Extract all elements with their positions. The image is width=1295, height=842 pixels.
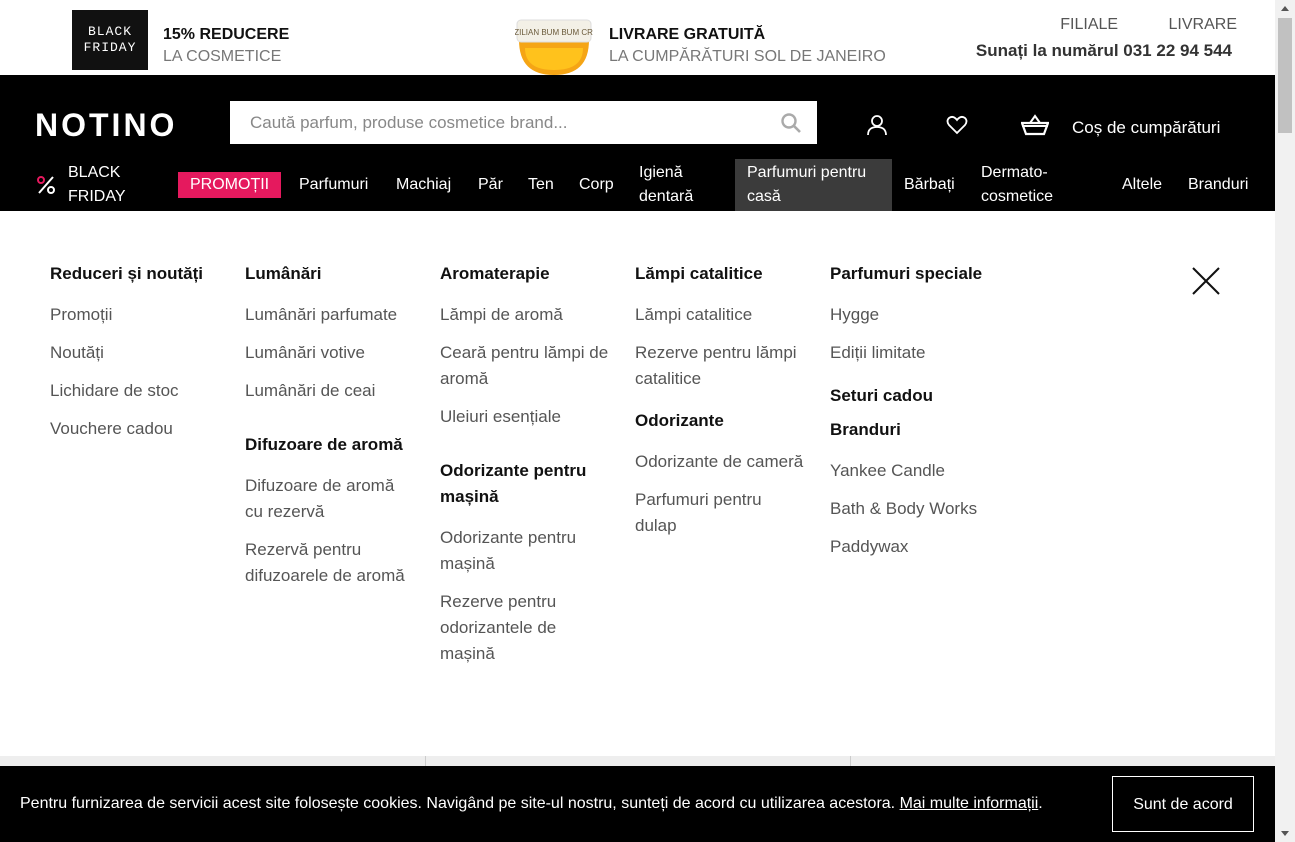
search-input[interactable] bbox=[248, 101, 772, 144]
cookie-text: Pentru furnizarea de servicii acest site… bbox=[20, 795, 1043, 813]
promo-title: LIVRARE GRATUITĂ bbox=[609, 26, 766, 43]
menu-heading[interactable]: Odorizante bbox=[635, 408, 805, 434]
logo[interactable]: NOTINO bbox=[35, 107, 177, 144]
menu-heading[interactable]: Aromaterapie bbox=[440, 261, 610, 287]
more-info-link[interactable]: Mai multe informații bbox=[900, 795, 1039, 812]
menu-heading[interactable]: Lumânări bbox=[245, 261, 415, 287]
cookie-banner: Pentru furnizarea de servicii acest site… bbox=[0, 766, 1275, 842]
menu-link[interactable]: Lămpi catalitice bbox=[635, 302, 805, 328]
scrollbar[interactable] bbox=[1275, 0, 1295, 842]
scrollbar-thumb[interactable] bbox=[1278, 18, 1292, 133]
nav-barbati[interactable]: Bărbați bbox=[904, 173, 955, 197]
menu-heading[interactable]: Reduceri și noutăți bbox=[50, 261, 220, 287]
menu-link[interactable]: Promoții bbox=[50, 302, 220, 328]
menu-heading[interactable]: Parfumuri speciale bbox=[830, 261, 1000, 287]
menu-link[interactable]: Ceară pentru lămpi de aromă bbox=[440, 340, 610, 392]
menu-link[interactable]: Lumânări votive bbox=[245, 340, 415, 366]
cookie-message: Pentru furnizarea de servicii acest site… bbox=[20, 795, 896, 812]
nav-igiena-dentara[interactable]: Igienă dentară bbox=[639, 161, 719, 209]
search-box bbox=[230, 101, 817, 144]
percent-icon bbox=[37, 176, 55, 194]
product-jar-image: BRAZILIAN BUM BUM CREAM bbox=[515, 19, 593, 75]
menu-link[interactable]: Uleiuri esențiale bbox=[440, 404, 610, 430]
promo-bar: BLACK FRIDAY 15% REDUCERE LA COSMETICE B… bbox=[0, 0, 1275, 75]
page: BLACK FRIDAY 15% REDUCERE LA COSMETICE B… bbox=[0, 0, 1275, 842]
menu-column-aromatherapy: Aromaterapie Lămpi de aromă Ceară pentru… bbox=[440, 261, 610, 679]
menu-link[interactable]: Hygge bbox=[830, 302, 1000, 328]
menu-link[interactable]: Bath & Body Works bbox=[830, 496, 1000, 522]
menu-link[interactable]: Yankee Candle bbox=[830, 458, 1000, 484]
cookie-end: . bbox=[1038, 795, 1043, 812]
menu-link[interactable]: Lumânări de ceai bbox=[245, 378, 415, 404]
menu-link[interactable]: Rezerve pentru lămpi catalitice bbox=[635, 340, 805, 392]
close-icon[interactable] bbox=[1190, 265, 1222, 297]
nav-corp[interactable]: Corp bbox=[579, 173, 614, 197]
menu-link[interactable]: Ediții limitate bbox=[830, 340, 1000, 366]
menu-link[interactable]: Noutăți bbox=[50, 340, 220, 366]
stores-link[interactable]: FILIALE bbox=[1060, 16, 1118, 33]
menu-heading[interactable]: Odorizante pentru mașină bbox=[440, 458, 610, 510]
menu-link[interactable]: Lumânări parfumate bbox=[245, 302, 415, 328]
nav-black-friday[interactable]: BLACK FRIDAY bbox=[68, 161, 125, 209]
menu-column-catalytic-lamps: Lămpi catalitice Lămpi catalitice Rezerv… bbox=[635, 261, 805, 551]
menu-link[interactable]: Vouchere cadou bbox=[50, 416, 220, 442]
heart-icon[interactable] bbox=[945, 113, 969, 137]
phone-number: Sunați la numărul 031 22 94 544 bbox=[975, 41, 1232, 60]
top-links: FILIALE LIVRARE bbox=[1014, 16, 1237, 34]
promo-title: 15% REDUCERE bbox=[163, 26, 290, 43]
nav-label: BLACK bbox=[68, 164, 121, 181]
nav-altele[interactable]: Altele bbox=[1122, 173, 1162, 197]
menu-heading[interactable]: Difuzoare de aromă bbox=[245, 432, 415, 458]
promo-free-delivery[interactable]: BRAZILIAN BUM BUM CREAM LIVRARE GRATUITĂ… bbox=[500, 0, 900, 75]
menu-heading[interactable]: Branduri bbox=[830, 417, 1000, 443]
search-icon[interactable] bbox=[781, 113, 801, 133]
badge-line-2: FRIDAY bbox=[83, 40, 137, 55]
nav-label: FRIDAY bbox=[68, 188, 126, 205]
menu-column-candles: Lumânări Lumânări parfumate Lumânări vot… bbox=[245, 261, 415, 601]
menu-column-special: Parfumuri speciale Hygge Ediții limitate… bbox=[830, 261, 1000, 572]
menu-link[interactable]: Paddywax bbox=[830, 534, 1000, 560]
header: NOTINO Coș de cumpărături bbox=[0, 75, 1275, 211]
menu-link[interactable]: Difuzoare de aromă cu rezervă bbox=[245, 473, 415, 525]
menu-link[interactable]: Odorizante de cameră bbox=[635, 449, 805, 475]
menu-column-deals: Reduceri și noutăți Promoții Noutăți Lic… bbox=[50, 261, 220, 454]
menu-link[interactable]: Odorizante pentru mașină bbox=[440, 525, 610, 577]
menu-link[interactable]: Lămpi de aromă bbox=[440, 302, 610, 328]
menu-heading[interactable]: Seturi cadou bbox=[830, 383, 1000, 409]
mega-menu: Reduceri și noutăți Promoții Noutăți Lic… bbox=[0, 211, 1275, 756]
menu-link[interactable]: Rezerve pentru odorizantele de mașină bbox=[440, 589, 610, 667]
nav-branduri[interactable]: Branduri bbox=[1188, 173, 1248, 197]
nav-ten[interactable]: Ten bbox=[528, 173, 554, 197]
black-friday-badge: BLACK FRIDAY bbox=[72, 10, 148, 70]
menu-heading[interactable]: Lămpi catalitice bbox=[635, 261, 805, 287]
nav-parfumuri[interactable]: Parfumuri bbox=[299, 173, 368, 197]
promo-black-friday[interactable]: BLACK FRIDAY 15% REDUCERE LA COSMETICE bbox=[0, 0, 400, 75]
nav-dermato-cosmetice[interactable]: Dermato-cosmetice bbox=[981, 161, 1071, 209]
menu-link[interactable]: Rezervă pentru difuzoarele de aromă bbox=[245, 537, 415, 589]
menu-link[interactable]: Parfumuri pentru dulap bbox=[635, 487, 805, 539]
promo-subtitle: LA COSMETICE bbox=[163, 48, 282, 65]
badge-line-1: BLACK bbox=[87, 24, 132, 39]
nav-parfumuri-pentru-casa[interactable]: Parfumuri pentru casă bbox=[735, 159, 892, 211]
menu-link[interactable]: Lichidare de stoc bbox=[50, 378, 220, 404]
user-icon[interactable] bbox=[865, 113, 889, 137]
promo-subtitle: LA CUMPĂRĂTURI SOL DE JANEIRO bbox=[609, 48, 886, 65]
cart-link[interactable]: Coș de cumpărături bbox=[1072, 118, 1220, 138]
main-nav: BLACK FRIDAY PROMOȚII Parfumuri Machiaj … bbox=[0, 159, 1275, 211]
accept-cookies-button[interactable]: Sunt de acord bbox=[1112, 776, 1254, 832]
nav-par[interactable]: Păr bbox=[478, 173, 503, 197]
jar-label: BRAZILIAN BUM BUM CREAM bbox=[515, 28, 593, 37]
basket-icon[interactable] bbox=[1021, 113, 1049, 137]
scroll-up-arrow-icon[interactable] bbox=[1281, 6, 1289, 11]
scroll-down-arrow-icon[interactable] bbox=[1281, 831, 1289, 836]
nav-machiaj[interactable]: Machiaj bbox=[396, 173, 451, 197]
delivery-link[interactable]: LIVRARE bbox=[1169, 16, 1237, 33]
nav-promotii[interactable]: PROMOȚII bbox=[178, 172, 282, 198]
